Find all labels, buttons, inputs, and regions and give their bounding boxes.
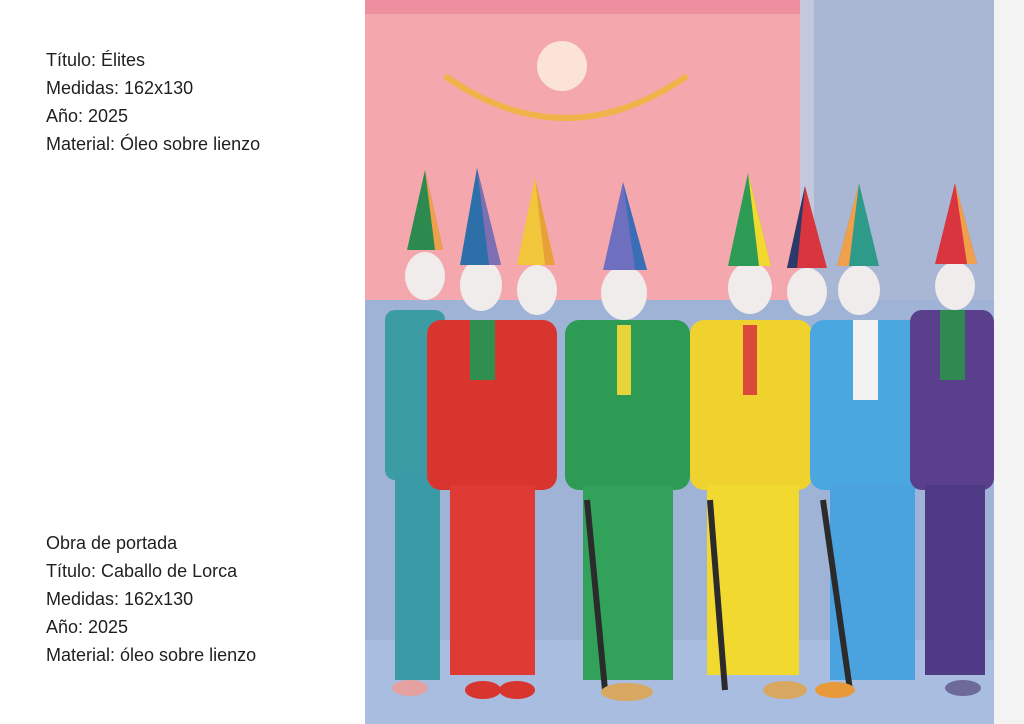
top-band xyxy=(365,0,800,14)
cover-material: Material: óleo sobre lienzo xyxy=(46,645,257,665)
artwork-info-cover: Obra de portada Título: Caballo de Lorca… xyxy=(46,529,256,669)
artwork-title: Título: Élites xyxy=(46,50,146,70)
text-column: Título: Élites Medidas: 162x130 Año: 202… xyxy=(0,0,365,724)
painting-canvas xyxy=(365,0,994,724)
artwork-dimensions: Medidas: 162x130 xyxy=(46,78,194,98)
right-margin xyxy=(994,0,1024,724)
artwork-year: Año: 2025 xyxy=(46,106,129,126)
cover-dimensions: Medidas: 162x130 xyxy=(46,589,194,609)
artwork-material: Material: Óleo sobre lienzo xyxy=(46,134,261,154)
cover-heading: Obra de portada xyxy=(46,533,178,553)
artwork-info-elites: Título: Élites Medidas: 162x130 Año: 202… xyxy=(46,46,260,158)
painting-elites xyxy=(365,0,994,724)
cover-year: Año: 2025 xyxy=(46,617,129,637)
sun xyxy=(537,41,587,91)
cover-title: Título: Caballo de Lorca xyxy=(46,561,238,581)
